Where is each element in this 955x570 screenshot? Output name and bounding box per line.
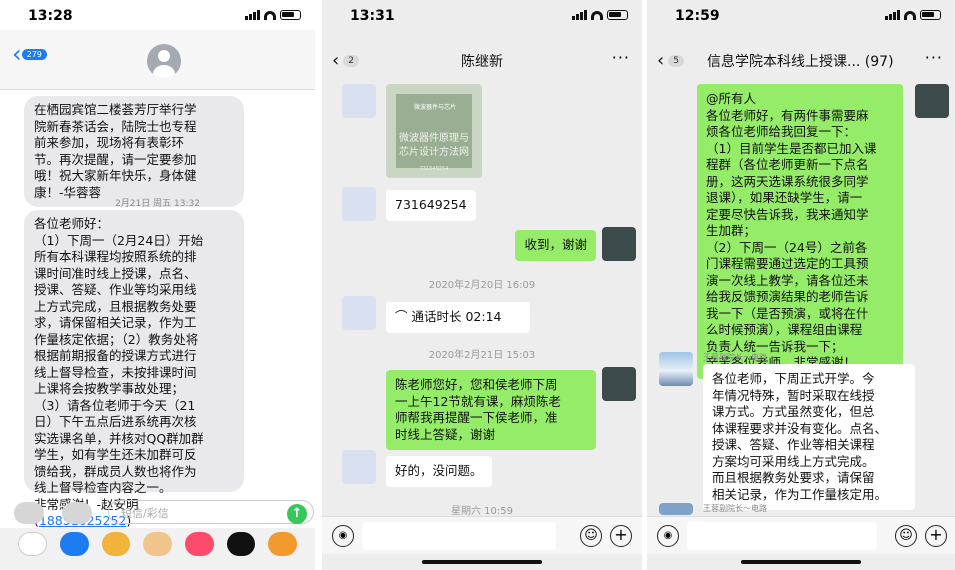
chat-header: ‹ 5 信息学院本科线上授课... (97) ··· [647, 40, 955, 80]
contact-avatar[interactable] [342, 187, 376, 221]
self-avatar[interactable] [602, 227, 636, 261]
memoji-app-icon[interactable] [101, 532, 131, 556]
group-card-number: 731649254 [419, 166, 449, 172]
chat-message: 好的，没问题。 [386, 456, 492, 487]
status-bar: 12:59 [647, 0, 955, 32]
home-indicator [422, 560, 542, 564]
contact-avatar[interactable] [147, 44, 181, 78]
self-avatar[interactable] [602, 367, 636, 401]
plus-icon[interactable]: + [610, 525, 632, 547]
sender-avatar[interactable] [659, 503, 693, 515]
battery-icon [607, 10, 628, 20]
emoji-icon[interactable]: ☺ [580, 525, 602, 547]
sender-name: 王蓉副院长～电路 [703, 504, 767, 513]
sms-screen: 13:28 ‹ 279 +86 (25) 8379 2654 > 在栖园宾馆二楼… [0, 0, 315, 570]
call-record[interactable]: ⌒ 通话时长 02:14 [386, 302, 530, 333]
more-apps-icon[interactable] [268, 532, 298, 556]
music-app-icon[interactable] [184, 532, 214, 556]
status-bar: 13:28 [0, 0, 315, 32]
more-icon[interactable]: ··· [925, 48, 943, 67]
self-avatar[interactable] [915, 84, 949, 118]
sms-message-input[interactable]: 短信/彩信 ↑ [108, 500, 314, 524]
chat-input-bar: ◉ ☺ + [322, 516, 642, 554]
status-icons [572, 10, 628, 20]
wechat-group-screen: 12:59 ‹ 5 信息学院本科线上授课... (97) ··· @所有人 各位老… [647, 0, 955, 570]
plus-icon[interactable]: + [925, 525, 947, 547]
unread-badge: 5 [668, 54, 684, 67]
unread-badge: 279 [21, 48, 47, 60]
contact-avatar[interactable] [342, 84, 376, 118]
emoji-icon[interactable]: ☺ [895, 525, 917, 547]
status-time: 13:31 [350, 8, 395, 24]
sms-message: 各位老师好： （1）下周一（2月24日）开始 所有本科课程均按照系统的排 课时间… [24, 210, 244, 528]
sender-name: 王蓉副院长～电路 [703, 353, 767, 362]
app-store-app-icon[interactable] [59, 532, 89, 556]
signal-icon [572, 10, 587, 20]
chat-title: 信息学院本科线上授课... (97) [707, 54, 894, 70]
wifi-icon [264, 11, 276, 20]
status-bar: 13:31 [322, 0, 642, 32]
app-store-icon[interactable] [62, 502, 92, 524]
signal-icon [245, 10, 260, 20]
more-icon[interactable]: ··· [612, 48, 630, 67]
wechat-chat-screen: 13:31 ‹ 2 陈继新 ··· 微波器件原理与 芯片设计方法网 微波器件与芯片… [322, 0, 642, 570]
group-card-label: 微波器件原理与 芯片设计方法网 [399, 133, 469, 158]
chat-text-input[interactable] [362, 522, 556, 550]
home-indicator [741, 560, 861, 564]
animoji-app-icon[interactable] [143, 532, 172, 556]
chevron-left-icon: ‹ [657, 50, 665, 71]
wifi-icon [904, 11, 916, 20]
back-button[interactable]: ‹ 5 [657, 50, 684, 71]
chat-message-self: 收到，谢谢 [515, 230, 596, 261]
contact-avatar[interactable] [342, 296, 376, 330]
signal-icon [885, 10, 900, 20]
sms-text: 各位老师好： （1）下周一（2月24日）开始 所有本科课程均按照系统的排 课时间… [34, 216, 204, 528]
chat-message: 731649254 [386, 190, 476, 221]
battery-icon [280, 10, 301, 20]
status-time: 12:59 [675, 8, 720, 24]
chat-message: 各位老师，下周正式开学。今 年情况特殊，暂时采取在线授 课方式。方式虽然变化，但… [703, 364, 915, 510]
sms-message: 在栖园宾馆二楼荟芳厅举行学 院新春茶话会，陆院士也专程 前来参加，现场将有表彰环… [24, 96, 244, 207]
imessage-app-drawer [0, 528, 315, 570]
status-icons [245, 10, 301, 20]
wifi-icon [591, 11, 603, 20]
battery-icon [920, 10, 941, 20]
sms-placeholder: 短信/彩信 [121, 507, 169, 520]
status-time: 13:28 [28, 8, 73, 24]
chat-title: 陈继新 [461, 54, 503, 70]
photos-app-icon[interactable] [18, 532, 47, 556]
contact-avatar[interactable] [342, 450, 376, 484]
chat-message-self: 陈老师您好，您和侯老师下周 一上午12节就有课，麻烦陈老 师帮我再提醒一下侯老师… [386, 370, 596, 450]
chevron-left-icon: ‹ [12, 40, 22, 68]
sms-input-bar: 短信/彩信 ↑ [0, 498, 315, 528]
back-button[interactable]: ‹ 279 [12, 40, 47, 68]
chat-timestamp: 2020年2月21日 15:03 [428, 350, 536, 361]
send-icon[interactable]: ↑ [287, 504, 307, 524]
group-card-header: 微波器件与芯片 [413, 104, 456, 111]
chat-text-input[interactable] [687, 522, 877, 550]
chat-header: ‹ 2 陈继新 ··· [322, 40, 642, 80]
digital-touch-app-icon[interactable] [226, 532, 256, 556]
chat-timestamp: 星期六 10:59 [451, 506, 513, 517]
status-icons [885, 10, 941, 20]
shared-group-card[interactable]: 微波器件原理与 芯片设计方法网 [386, 84, 482, 178]
sender-avatar[interactable] [659, 352, 693, 386]
chat-message-self: @所有人 各位老师好，有两件事需要麻 烦各位老师给我回复一下： （1）目前学生是… [697, 84, 903, 379]
chat-timestamp: 2020年2月20日 16:09 [428, 280, 536, 291]
voice-icon[interactable]: ◉ [332, 525, 354, 547]
chat-input-bar: ◉ ☺ + [647, 516, 955, 554]
sms-date: 2月21日 周五 13:32 [115, 199, 200, 209]
voice-icon[interactable]: ◉ [657, 525, 679, 547]
sms-header: ‹ 279 +86 (25) 8379 2654 > [0, 30, 315, 116]
camera-icon[interactable] [14, 502, 44, 524]
